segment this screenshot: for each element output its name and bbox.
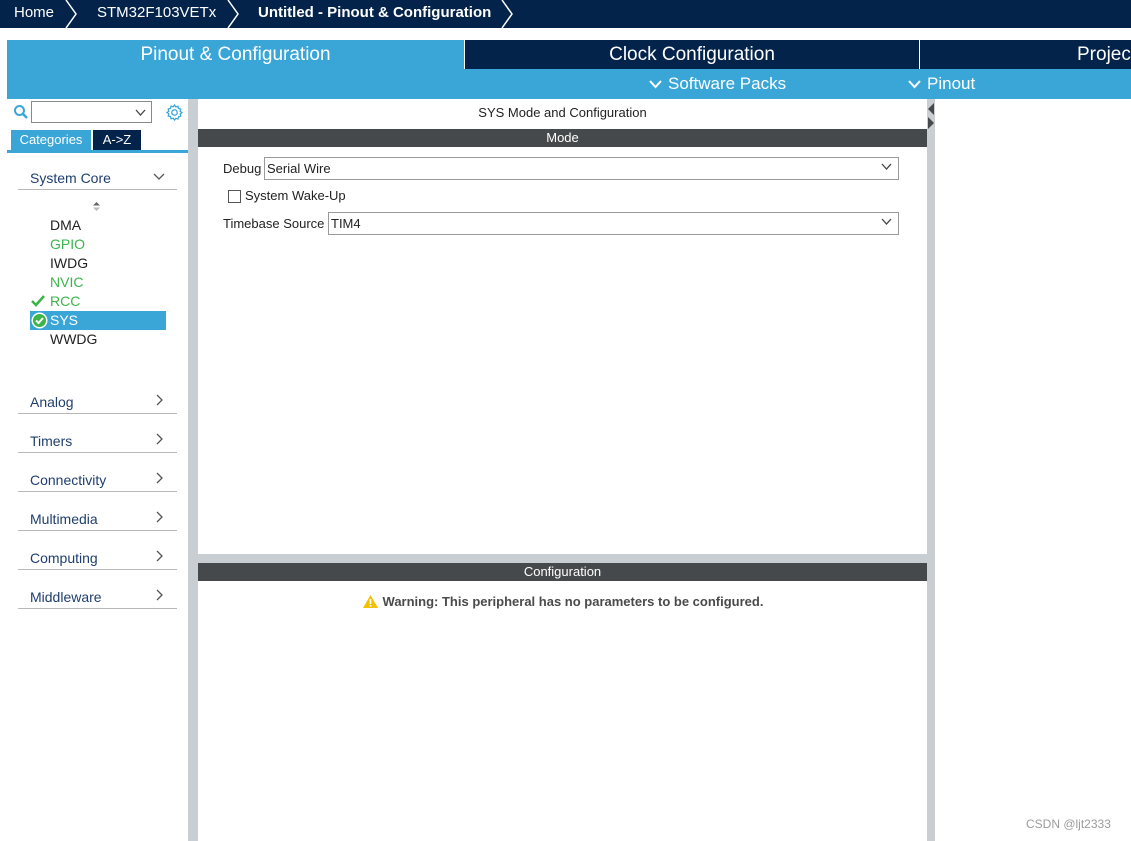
chevron-down-icon — [908, 80, 921, 89]
warning-icon — [362, 595, 378, 608]
system-wakeup-label: System Wake-Up — [245, 188, 346, 203]
timebase-source-label: Timebase Source — [223, 216, 325, 231]
category-label: Computing — [30, 550, 98, 566]
panel-title: SYS Mode and Configuration — [478, 105, 647, 120]
peripheral-wwdg[interactable]: WWDG — [50, 331, 97, 347]
checkmark-icon — [31, 295, 45, 307]
pinout-label: Pinout — [927, 74, 976, 93]
peripheral-dma[interactable]: DMA — [50, 217, 81, 233]
category-label: Analog — [30, 394, 74, 410]
peripheral-gpio[interactable]: GPIO — [50, 236, 85, 252]
search-icon[interactable] — [13, 104, 29, 120]
chevron-right-icon — [227, 0, 239, 28]
category-system-core[interactable]: System Core — [18, 165, 177, 190]
debug-select-value: Serial Wire — [267, 161, 331, 176]
chevron-right-icon — [156, 394, 163, 406]
peripheral-iwdg[interactable]: IWDG — [50, 255, 88, 271]
system-wakeup-checkbox[interactable] — [228, 190, 241, 203]
breadcrumb-current[interactable]: Untitled - Pinout & Configuration — [258, 0, 491, 28]
category-analog[interactable]: Analog — [18, 389, 177, 414]
chevron-right-icon — [501, 0, 513, 28]
pinout-menu[interactable]: Pinout — [908, 69, 975, 99]
tabs-spacer — [0, 28, 1131, 40]
category-computing[interactable]: Computing — [18, 545, 177, 570]
category-label: Middleware — [30, 589, 102, 605]
watermark: CSDN @ljt2333 — [1026, 817, 1111, 831]
warning-text: Warning: This peripheral has no paramete… — [382, 594, 764, 609]
sort-icon[interactable] — [92, 201, 101, 212]
warning-message: Warning: This peripheral has no paramete… — [198, 594, 927, 609]
breadcrumb-device[interactable]: STM32F103VETx — [97, 0, 216, 28]
peripheral-nvic[interactable]: NVIC — [50, 274, 83, 290]
tab-clock-configuration[interactable]: Clock Configuration — [465, 40, 919, 69]
category-connectivity[interactable]: Connectivity — [18, 467, 177, 492]
chevron-down-icon — [881, 218, 892, 225]
tab-categories[interactable]: Categories — [11, 130, 91, 150]
chevron-right-icon — [156, 472, 163, 484]
subtab-underline — [7, 150, 188, 153]
chevron-right-icon — [65, 0, 77, 28]
check-circle-icon — [31, 312, 48, 329]
breadcrumb-home[interactable]: Home — [14, 0, 54, 28]
category-timers[interactable]: Timers — [18, 428, 177, 453]
chevron-down-icon[interactable] — [135, 109, 146, 116]
category-multimedia[interactable]: Multimedia — [18, 506, 177, 531]
peripheral-sys[interactable]: SYS — [50, 312, 78, 328]
breadcrumb: Home STM32F103VETx Untitled - Pinout & C… — [0, 0, 1131, 28]
timebase-source-select[interactable]: TIM4 — [328, 212, 899, 235]
software-packs-menu[interactable]: Software Packs — [649, 69, 786, 99]
chevron-down-icon — [649, 80, 662, 89]
timebase-source-value: TIM4 — [331, 216, 361, 231]
category-label: System Core — [30, 170, 111, 186]
mode-header: Mode — [198, 129, 927, 147]
configuration-header: Configuration — [198, 563, 927, 581]
collapse-arrows-icon[interactable] — [928, 103, 934, 131]
chevron-right-icon — [156, 589, 163, 601]
chevron-down-icon — [153, 173, 165, 180]
software-packs-label: Software Packs — [668, 74, 787, 93]
right-panel-splitter[interactable] — [927, 99, 935, 841]
peripheral-rcc[interactable]: RCC — [50, 293, 80, 309]
chevron-down-icon — [881, 163, 892, 170]
chevron-right-icon — [156, 550, 163, 562]
left-panel-splitter[interactable] — [188, 99, 196, 841]
category-label: Connectivity — [30, 472, 107, 488]
tab-pinout-configuration[interactable]: Pinout & Configuration — [7, 40, 464, 69]
gear-icon[interactable] — [165, 103, 184, 122]
category-middleware[interactable]: Middleware — [18, 584, 177, 609]
debug-select[interactable]: Serial Wire — [264, 157, 899, 180]
chevron-right-icon — [156, 511, 163, 523]
category-label: Multimedia — [30, 511, 98, 527]
debug-label: Debug — [223, 161, 262, 176]
chevron-right-icon — [156, 433, 163, 445]
search-input[interactable] — [31, 101, 152, 123]
tab-a-to-z[interactable]: A->Z — [93, 130, 141, 150]
category-label: Timers — [30, 433, 73, 449]
tab-project-manager[interactable]: Projec — [920, 40, 1131, 69]
